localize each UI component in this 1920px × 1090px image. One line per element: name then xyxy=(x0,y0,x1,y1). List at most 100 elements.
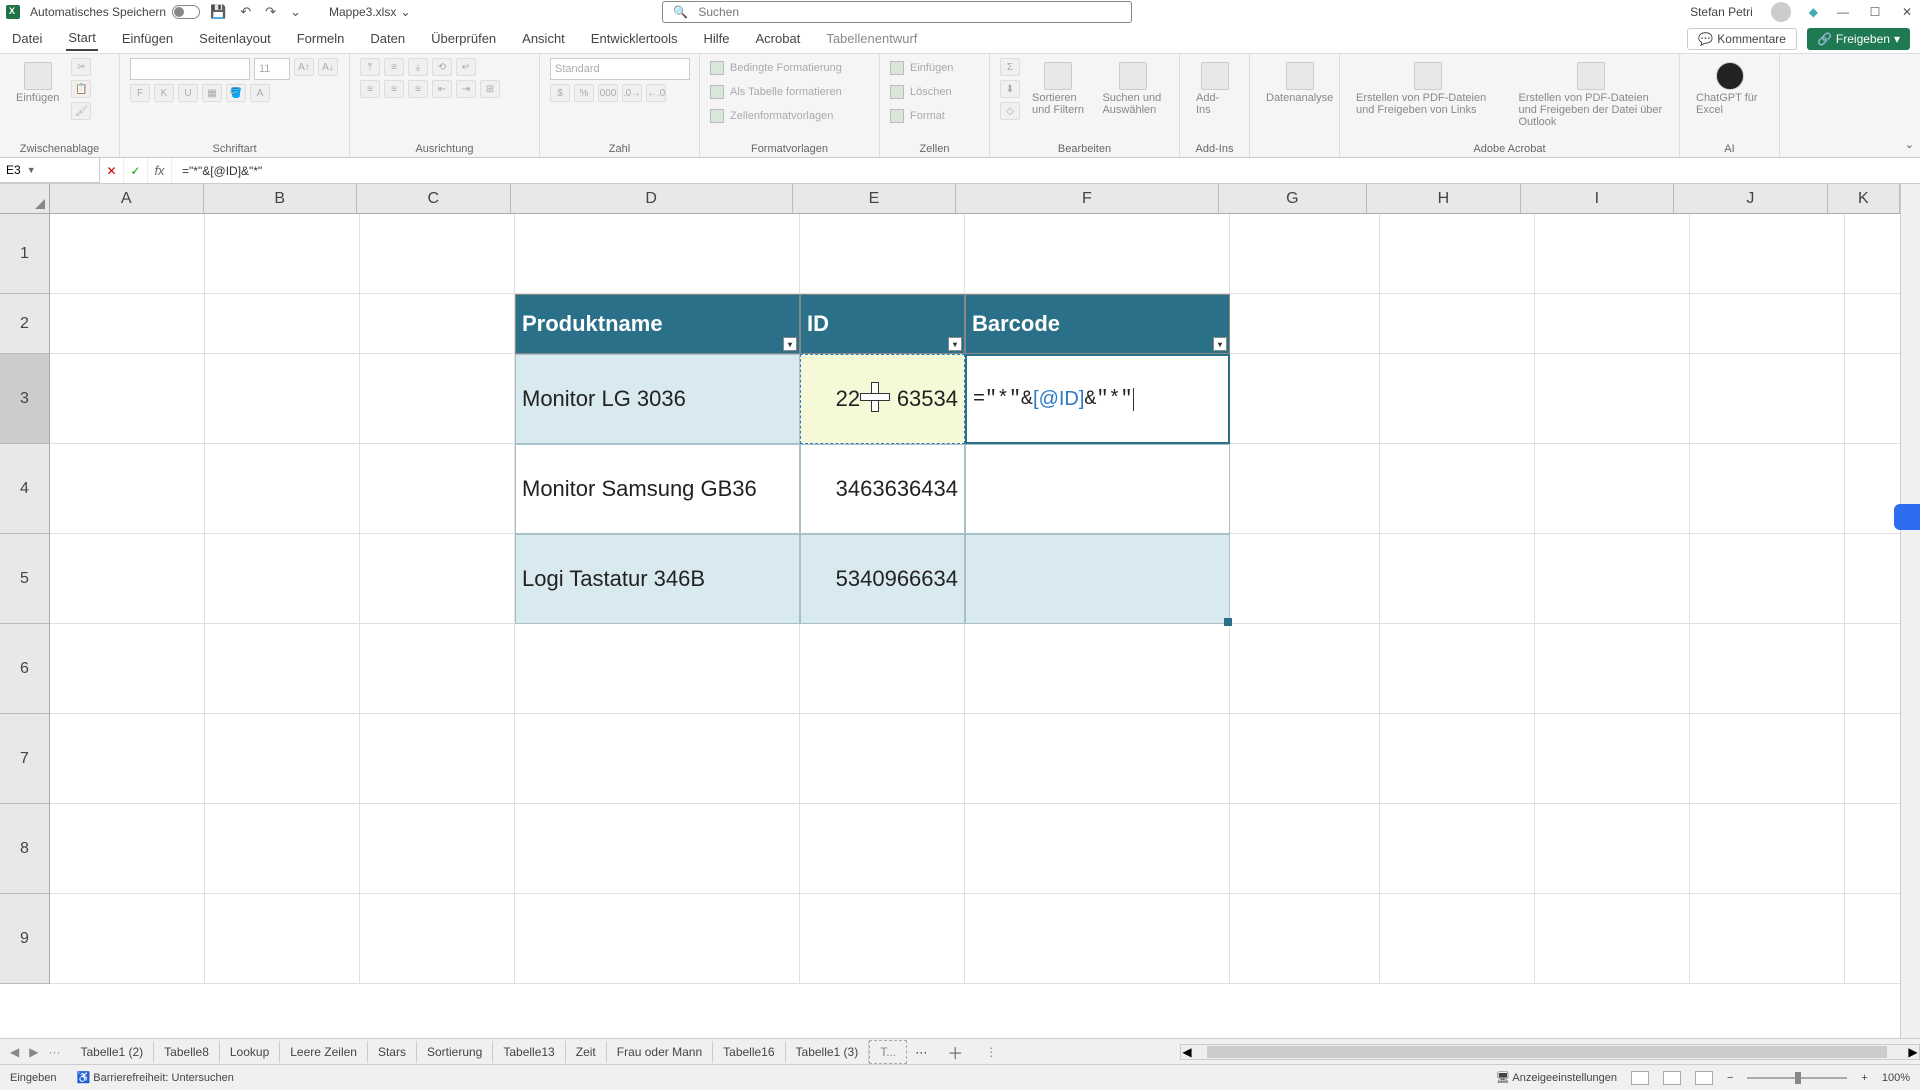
table-cell-id-selected[interactable]: 22 63534 xyxy=(800,354,965,444)
underline-button[interactable]: U xyxy=(178,84,198,102)
font-name-select[interactable] xyxy=(130,58,250,80)
find-select-button[interactable]: Suchen und Auswählen xyxy=(1096,58,1169,120)
table-header-barcode[interactable]: Barcode▾ xyxy=(965,294,1230,354)
sheet-tab[interactable]: Stars xyxy=(368,1041,417,1063)
filter-icon[interactable]: ▾ xyxy=(783,337,797,351)
zoom-slider[interactable] xyxy=(1747,1077,1847,1079)
conditional-format-button[interactable]: Bedingte Formatierung xyxy=(710,58,842,78)
table-cell-barcode[interactable] xyxy=(965,534,1230,624)
create-pdf-outlook-button[interactable]: Erstellen von PDF-Dateien und Freigeben … xyxy=(1513,58,1670,132)
close-button[interactable]: ✕ xyxy=(1900,5,1914,19)
sheet-prev-button[interactable]: ◀ xyxy=(10,1045,19,1059)
row-header-1[interactable]: 1 xyxy=(0,214,50,294)
zoom-out-button[interactable]: − xyxy=(1727,1072,1733,1084)
toggle-off-icon[interactable] xyxy=(172,5,200,19)
select-all-corner[interactable] xyxy=(0,184,50,214)
sheet-tab[interactable]: Tabelle1 (2) xyxy=(70,1041,154,1063)
cell-styles-button[interactable]: Zellenformatvorlagen xyxy=(710,106,833,126)
accessibility-label[interactable]: ♿ Barrierefreiheit: Untersuchen xyxy=(77,1071,234,1084)
maximize-button[interactable]: ☐ xyxy=(1868,5,1882,19)
tab-tabellenentwurf[interactable]: Tabellenentwurf xyxy=(824,27,919,50)
undo-icon[interactable]: ↶ xyxy=(240,4,251,20)
vertical-scrollbar[interactable] xyxy=(1900,184,1920,1038)
insert-cells-button[interactable]: Einfügen xyxy=(890,58,953,78)
formula-input[interactable]: ="*"&[@ID]&"*" xyxy=(172,164,1920,178)
tab-ueberpruefen[interactable]: Überprüfen xyxy=(429,27,498,50)
increase-indent-button[interactable]: ⇥ xyxy=(456,80,476,98)
align-right-button[interactable]: ≡ xyxy=(408,80,428,98)
orientation-button[interactable]: ⟲ xyxy=(432,58,452,76)
zoom-in-button[interactable]: + xyxy=(1861,1072,1867,1084)
save-icon[interactable]: 💾 xyxy=(210,4,226,20)
font-size-select[interactable] xyxy=(254,58,290,80)
sheet-tab[interactable]: Lookup xyxy=(220,1041,280,1063)
create-pdf-link-button[interactable]: Erstellen von PDF-Dateien und Freigeben … xyxy=(1350,58,1507,120)
align-top-button[interactable]: ⤒ xyxy=(360,58,380,76)
fill-button[interactable]: ⬇ xyxy=(1000,80,1020,98)
format-painter-button[interactable]: 🖌 xyxy=(71,102,91,120)
sheet-overflow-button[interactable]: ··· xyxy=(907,1045,935,1059)
table-cell-id[interactable]: 3463636434 xyxy=(800,444,965,534)
align-middle-button[interactable]: ≡ xyxy=(384,58,404,76)
border-button[interactable]: ▦ xyxy=(202,84,222,102)
avatar[interactable] xyxy=(1771,2,1791,22)
row-header-4[interactable]: 4 xyxy=(0,444,50,534)
font-color-button[interactable]: A xyxy=(250,84,270,102)
column-header-F[interactable]: F xyxy=(956,184,1218,214)
sheet-tab[interactable]: Tabelle1 (3) xyxy=(786,1041,870,1063)
wrap-text-button[interactable]: ↵ xyxy=(456,58,476,76)
tab-daten[interactable]: Daten xyxy=(368,27,407,50)
format-cells-button[interactable]: Format xyxy=(890,106,945,126)
tab-seitenlayout[interactable]: Seitenlayout xyxy=(197,27,273,50)
column-header-J[interactable]: J xyxy=(1674,184,1828,214)
tab-acrobat[interactable]: Acrobat xyxy=(754,27,803,50)
sheet-tab-partial[interactable]: T... xyxy=(869,1040,907,1064)
merge-button[interactable]: ⊞ xyxy=(480,80,500,98)
search-box[interactable]: 🔍 xyxy=(662,1,1132,23)
confirm-formula-button[interactable]: ✓ xyxy=(124,158,148,183)
italic-button[interactable]: K xyxy=(154,84,174,102)
sheet-tab[interactable]: Sortierung xyxy=(417,1041,493,1063)
table-cell-name[interactable]: Monitor Samsung GB36 xyxy=(515,444,800,534)
copy-button[interactable]: 📋 xyxy=(71,80,91,98)
sheet-tab[interactable]: Tabelle13 xyxy=(493,1041,565,1063)
tab-entwicklertools[interactable]: Entwicklertools xyxy=(589,27,680,50)
spreadsheet-grid[interactable]: ABCDEFGHIJK 123456789 Produktname▾ID▾Bar… xyxy=(0,184,1920,1038)
sort-filter-button[interactable]: Sortieren und Filtern xyxy=(1026,58,1090,120)
sheet-tab[interactable]: Frau oder Mann xyxy=(607,1041,713,1063)
bold-button[interactable]: F xyxy=(130,84,150,102)
table-cell-name[interactable]: Monitor LG 3036 xyxy=(515,354,800,444)
fx-button[interactable]: fx xyxy=(148,158,172,183)
data-analysis-button[interactable]: Datenanalyse xyxy=(1260,58,1339,108)
diamond-icon[interactable]: ◆ xyxy=(1809,5,1818,19)
name-box[interactable]: E3▼ xyxy=(0,158,100,183)
sheet-more-button[interactable]: ··· xyxy=(48,1045,60,1059)
paste-button[interactable]: Einfügen xyxy=(10,58,65,108)
tab-einfuegen[interactable]: Einfügen xyxy=(120,27,175,50)
increase-decimal-button[interactable]: .0→ xyxy=(622,84,642,102)
table-cell-barcode-editing[interactable]: ="*"&[@ID]&"*" xyxy=(965,354,1230,444)
column-header-D[interactable]: D xyxy=(511,184,793,214)
decrease-indent-button[interactable]: ⇤ xyxy=(432,80,452,98)
comma-button[interactable]: 000 xyxy=(598,84,618,102)
column-header-A[interactable]: A xyxy=(50,184,204,214)
table-cell-barcode[interactable] xyxy=(965,444,1230,534)
percent-button[interactable]: % xyxy=(574,84,594,102)
delete-cells-button[interactable]: Löschen xyxy=(890,82,952,102)
table-header-name[interactable]: Produktname▾ xyxy=(515,294,800,354)
increase-font-button[interactable]: A↑ xyxy=(294,58,314,76)
cancel-formula-button[interactable]: ✕ xyxy=(100,158,124,183)
page-break-view-button[interactable] xyxy=(1695,1071,1713,1085)
minimize-button[interactable]: — xyxy=(1836,5,1850,19)
align-left-button[interactable]: ≡ xyxy=(360,80,380,98)
row-header-9[interactable]: 9 xyxy=(0,894,50,984)
table-cell-id[interactable]: 5340966634 xyxy=(800,534,965,624)
column-header-I[interactable]: I xyxy=(1521,184,1675,214)
clear-button[interactable]: ◇ xyxy=(1000,102,1020,120)
row-header-8[interactable]: 8 xyxy=(0,804,50,894)
normal-view-button[interactable] xyxy=(1631,1071,1649,1085)
decrease-font-button[interactable]: A↓ xyxy=(318,58,338,76)
display-settings-button[interactable]: 🖥 Anzeigeeinstellungen xyxy=(1496,1071,1617,1084)
column-header-B[interactable]: B xyxy=(204,184,358,214)
row-header-2[interactable]: 2 xyxy=(0,294,50,354)
